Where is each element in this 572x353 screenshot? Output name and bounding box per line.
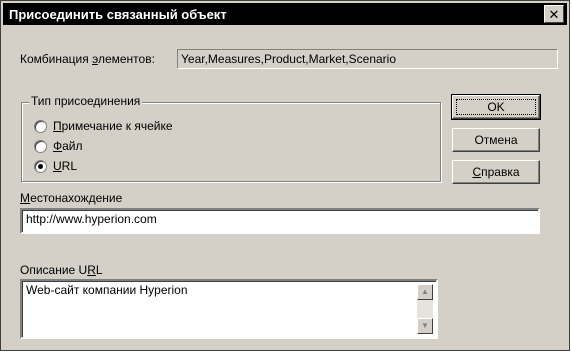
radio-cell-note-rest: римечание к ячейке xyxy=(61,119,173,133)
description-label: Описание URL xyxy=(20,263,103,277)
radio-cell-note-mnemonic: П xyxy=(53,119,62,133)
combination-label: Комбинация элементов: xyxy=(20,52,155,66)
radio-url-mnemonic: U xyxy=(53,159,62,173)
radio-button[interactable] xyxy=(34,139,47,153)
location-label: Местонахождение xyxy=(20,191,122,205)
location-input-value: http://www.hyperion.com xyxy=(26,212,157,226)
combination-label-suffix: лементов: xyxy=(97,52,155,66)
ok-button-label: OK xyxy=(487,100,505,114)
description-label-suffix: L xyxy=(95,263,103,277)
attach-linked-object-dialog: Присоединить связанный объект ✕ Комбинац… xyxy=(0,0,570,351)
ok-button[interactable]: OK xyxy=(451,94,541,120)
attach-type-title: Тип присоединения xyxy=(29,94,143,108)
radio-url-label: URL xyxy=(53,159,77,173)
combination-label-prefix: Комбинация xyxy=(20,52,93,66)
arrow-down-icon: ▼ xyxy=(421,321,429,330)
radio-button-selected[interactable] xyxy=(34,159,47,173)
description-label-mnemonic: R xyxy=(87,263,96,277)
location-label-rest: естонахождение xyxy=(30,191,123,205)
radio-selected-dot xyxy=(38,163,43,169)
cancel-button[interactable]: Отмена xyxy=(452,128,540,152)
radio-url[interactable]: URL xyxy=(34,159,77,173)
title-bar[interactable]: Присоединить связанный объект ✕ xyxy=(3,3,567,25)
radio-button[interactable] xyxy=(34,119,47,133)
cancel-button-label: Отмена xyxy=(474,133,518,147)
description-scrollbar[interactable]: ▲ ▼ xyxy=(417,284,433,334)
radio-cell-note[interactable]: Примечание к ячейке xyxy=(34,119,173,133)
description-textarea[interactable]: Web-сайт компании Hyperion ▲ ▼ xyxy=(20,279,438,339)
location-label-mnemonic: М xyxy=(20,191,31,205)
radio-file[interactable]: Файл xyxy=(34,139,83,153)
description-textarea-value: Web-сайт компании Hyperion xyxy=(26,283,188,297)
close-icon: ✕ xyxy=(548,6,560,22)
help-button[interactable]: Справка xyxy=(452,160,540,184)
radio-file-mnemonic: Ф xyxy=(53,139,63,153)
radio-cell-note-label: Примечание к ячейке xyxy=(53,119,173,133)
help-button-rest: правка xyxy=(481,165,520,179)
location-input[interactable]: http://www.hyperion.com xyxy=(20,208,540,234)
help-button-mnemonic: С xyxy=(472,165,482,179)
close-button[interactable]: ✕ xyxy=(544,5,564,23)
dialog-title: Присоединить связанный объект xyxy=(9,6,227,22)
combination-field: Year,Measures,Product,Market,Scenario xyxy=(177,49,558,69)
attach-type-group xyxy=(21,102,441,182)
help-button-label: Справка xyxy=(472,165,519,179)
description-label-prefix: Описание U xyxy=(20,263,88,277)
radio-file-rest: айл xyxy=(62,139,83,153)
radio-url-rest: RL xyxy=(61,159,78,173)
scroll-down-button[interactable]: ▼ xyxy=(417,318,433,334)
scroll-up-button[interactable]: ▲ xyxy=(417,284,433,300)
radio-file-label: Файл xyxy=(53,139,83,153)
arrow-up-icon: ▲ xyxy=(421,287,429,296)
